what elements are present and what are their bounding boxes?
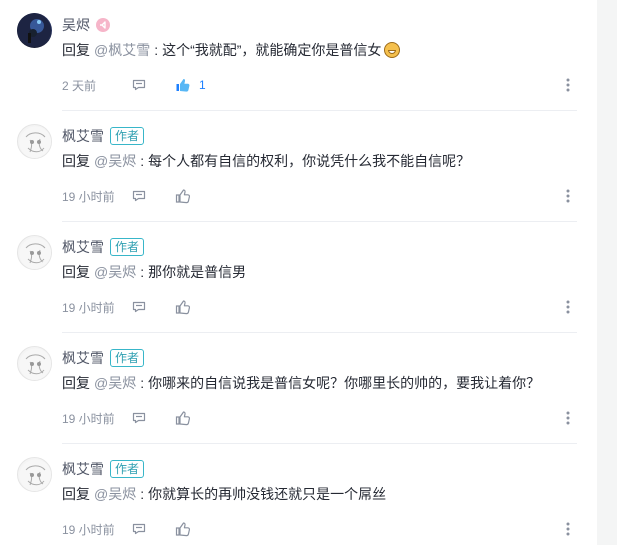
avatar[interactable] <box>17 13 52 48</box>
comment-icon[interactable] <box>129 519 149 539</box>
comment-icon[interactable] <box>129 408 149 428</box>
username[interactable]: 枫艾雪 <box>62 237 104 257</box>
username[interactable]: 枫艾雪 <box>62 348 104 368</box>
thumbs-up-icon[interactable] <box>173 186 193 206</box>
comment-content: 回复 @枫艾雪 : 这个“我就配”，就能确定你是普信女 <box>62 40 401 60</box>
comment-content: 回复 @吴烬 : 你就算长的再帅没钱还就只是一个屌丝 <box>62 484 386 504</box>
reply-colon: : <box>140 153 145 169</box>
comment-time: 19 小时前 <box>62 522 115 537</box>
comment-text: 你就算长的再帅没钱还就只是一个屌丝 <box>148 486 387 502</box>
avatar[interactable] <box>17 235 52 270</box>
reply-word: 回复 <box>62 264 90 280</box>
comment-meta: 19 小时前 <box>62 297 576 317</box>
comment-content: 回复 @吴烬 : 每个人都有自信的权利，你说凭什么我不能自信呢？ <box>62 151 470 171</box>
username[interactable]: 枫艾雪 <box>62 126 104 146</box>
comment-text: 你哪来的自信说我是普信女呢？你哪里长的帅的，要我让着你？ <box>148 375 541 391</box>
comment-header: 枫艾雪 作者 <box>62 459 145 479</box>
comment-time: 19 小时前 <box>62 300 115 315</box>
reply-colon: : <box>140 264 145 280</box>
comment-meta: 19 小时前 <box>62 408 576 428</box>
mention-link[interactable]: @吴烬 <box>94 373 136 393</box>
thumbs-up-icon[interactable] <box>173 297 193 317</box>
vip-badge-icon <box>96 18 110 32</box>
more-vertical-icon[interactable] <box>560 186 576 206</box>
username[interactable]: 吴烬 <box>62 15 90 35</box>
more-vertical-icon[interactable] <box>560 519 576 539</box>
thumbs-up-icon[interactable] <box>173 519 193 539</box>
comment-meta: 19 小时前 <box>62 186 576 206</box>
reply-word: 回复 <box>62 42 90 58</box>
mention-link[interactable]: @枫艾雪 <box>94 40 150 60</box>
comment-thread-page: 吴烬 回复 @枫艾雪 : 这个“我就配”，就能确定你是普信女 2 天前 1 枫艾… <box>0 0 617 545</box>
mention-link[interactable]: @吴烬 <box>94 262 136 282</box>
comment-time: 19 小时前 <box>62 189 115 204</box>
comment-meta: 2 天前 1 <box>62 75 576 95</box>
mention-link[interactable]: @吴烬 <box>94 151 136 171</box>
mention-link[interactable]: @吴烬 <box>94 484 136 504</box>
comment-content: 回复 @吴烬 : 那你就是普信男 <box>62 262 246 282</box>
reply-colon: : <box>154 42 159 58</box>
more-vertical-icon[interactable] <box>560 408 576 428</box>
grinning-emoji-icon <box>384 42 401 58</box>
more-vertical-icon[interactable] <box>560 75 576 95</box>
comment-time: 2 天前 <box>62 78 97 93</box>
more-vertical-icon[interactable] <box>560 297 576 317</box>
comment-icon[interactable] <box>129 186 149 206</box>
avatar[interactable] <box>17 346 52 381</box>
reply-colon: : <box>140 486 145 502</box>
thumbs-up-icon[interactable] <box>173 408 193 428</box>
comment-item: 枫艾雪 作者 回复 @吴烬 : 每个人都有自信的权利，你说凭什么我不能自信呢？ … <box>0 111 597 222</box>
comment-meta: 19 小时前 <box>62 519 576 539</box>
like-count: 1 <box>199 78 206 92</box>
avatar[interactable] <box>17 457 52 492</box>
sketch-avatar-icon <box>19 237 51 269</box>
comment-header: 枫艾雪 作者 <box>62 237 145 257</box>
comment-header: 吴烬 <box>62 15 110 35</box>
username[interactable]: 枫艾雪 <box>62 459 104 479</box>
comment-item: 枫艾雪 作者 回复 @吴烬 : 你哪来的自信说我是普信女呢？你哪里长的帅的，要我… <box>0 333 597 444</box>
sketch-avatar-icon <box>19 459 51 491</box>
comment-item: 枫艾雪 作者 回复 @吴烬 : 那你就是普信男 19 小时前 <box>0 222 597 333</box>
reply-word: 回复 <box>62 486 90 502</box>
comment-time: 19 小时前 <box>62 411 115 426</box>
avatar-image-icon <box>17 13 51 47</box>
comment-icon[interactable] <box>129 75 149 95</box>
thumbs-up-icon[interactable] <box>173 75 193 95</box>
sketch-avatar-icon <box>19 348 51 380</box>
reply-word: 回复 <box>62 375 90 391</box>
avatar[interactable] <box>17 124 52 159</box>
reply-colon: : <box>140 375 145 391</box>
comment-text: 那你就是普信男 <box>148 264 247 280</box>
comment-header: 枫艾雪 作者 <box>62 126 145 146</box>
comment-icon[interactable] <box>129 297 149 317</box>
author-badge: 作者 <box>110 127 145 145</box>
sketch-avatar-icon <box>19 126 51 158</box>
comment-content: 回复 @吴烬 : 你哪来的自信说我是普信女呢？你哪里长的帅的，要我让着你？ <box>62 373 540 393</box>
comment-item: 吴烬 回复 @枫艾雪 : 这个“我就配”，就能确定你是普信女 2 天前 1 <box>0 0 597 111</box>
comment-text: 这个“我就配”，就能确定你是普信女 <box>162 42 382 58</box>
comment-item: 枫艾雪 作者 回复 @吴烬 : 你就算长的再帅没钱还就只是一个屌丝 19 小时前 <box>0 444 597 545</box>
right-side-strip <box>597 0 617 545</box>
reply-word: 回复 <box>62 153 90 169</box>
author-badge: 作者 <box>110 349 145 367</box>
comment-header: 枫艾雪 作者 <box>62 348 145 368</box>
author-badge: 作者 <box>110 460 145 478</box>
comment-text: 每个人都有自信的权利，你说凭什么我不能自信呢？ <box>148 153 471 169</box>
author-badge: 作者 <box>110 238 145 256</box>
